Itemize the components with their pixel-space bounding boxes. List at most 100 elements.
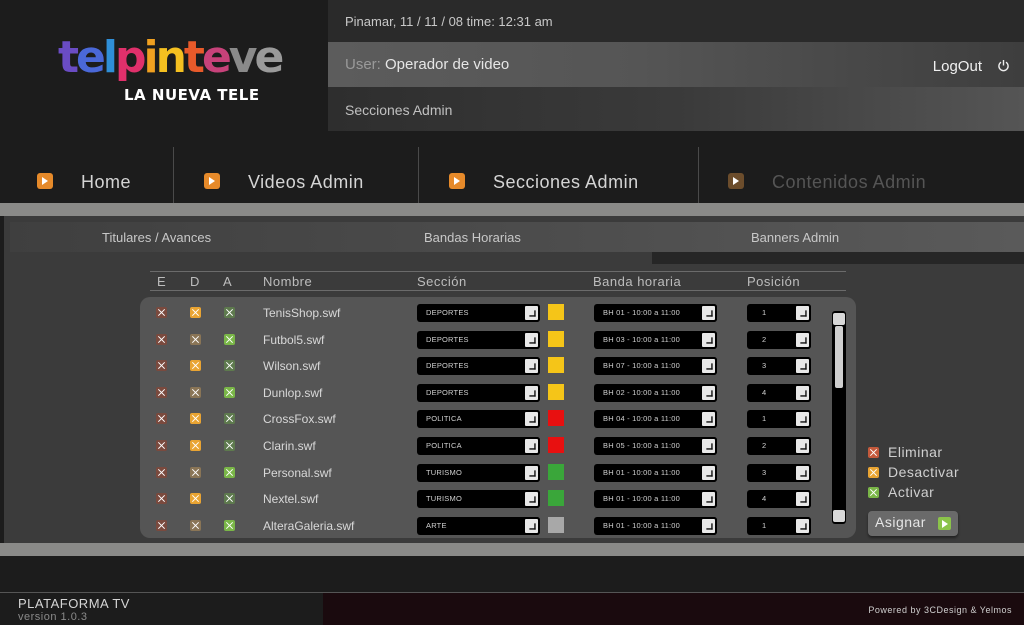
- banda-select[interactable]: BH 01 - 10:00 a 11:00: [594, 304, 717, 322]
- seccion-select[interactable]: DEPORTES: [417, 357, 540, 376]
- scroll-thumb[interactable]: [835, 326, 843, 388]
- dropdown-icon[interactable]: [794, 437, 811, 455]
- dropdown-icon[interactable]: [523, 304, 540, 322]
- dropdown-icon[interactable]: [700, 330, 717, 349]
- posicion-select[interactable]: 2: [747, 437, 811, 455]
- dropdown-icon[interactable]: [700, 463, 717, 482]
- scroll-up-icon[interactable]: [833, 313, 845, 325]
- banda-select[interactable]: BH 07 - 10:00 a 11:00: [594, 357, 717, 376]
- activate-icon[interactable]: [224, 493, 235, 505]
- banda-select[interactable]: BH 01 - 10:00 a 11:00: [594, 463, 717, 482]
- seccion-select[interactable]: DEPORTES: [417, 304, 540, 322]
- dropdown-icon[interactable]: [700, 490, 717, 509]
- deactivate-icon[interactable]: [190, 360, 201, 372]
- dropdown-icon[interactable]: [700, 410, 717, 429]
- delete-icon[interactable]: [156, 413, 167, 425]
- seccion-select[interactable]: TURISMO: [417, 490, 540, 509]
- deactivate-icon[interactable]: [190, 493, 201, 505]
- delete-icon[interactable]: [156, 360, 167, 372]
- dropdown-icon[interactable]: [700, 516, 717, 535]
- deactivate-icon[interactable]: [190, 333, 201, 345]
- banda-select[interactable]: BH 04 - 10:00 a 11:00: [594, 410, 717, 429]
- seccion-select[interactable]: TURISMO: [417, 463, 540, 482]
- banda-select[interactable]: BH 03 - 10:00 a 11:00: [594, 330, 717, 349]
- nav-home[interactable]: Home: [37, 147, 131, 203]
- deactivate-icon[interactable]: [190, 519, 201, 531]
- posicion-select[interactable]: 1: [747, 410, 811, 429]
- file-name: AlteraGaleria.swf: [263, 518, 355, 533]
- dropdown-icon[interactable]: [794, 516, 811, 535]
- seccion-select[interactable]: POLITICA: [417, 410, 540, 429]
- table-scrollbar[interactable]: [832, 311, 846, 524]
- dropdown-icon[interactable]: [794, 410, 811, 429]
- logout-link[interactable]: LogOut: [933, 58, 982, 75]
- nav-secciones-admin[interactable]: Secciones Admin: [449, 147, 639, 203]
- seccion-select[interactable]: POLITICA: [417, 437, 540, 455]
- banda-select[interactable]: BH 02 - 10:00 a 11:00: [594, 383, 717, 402]
- dropdown-icon[interactable]: [794, 304, 811, 322]
- dropdown-icon[interactable]: [523, 516, 540, 535]
- subtabs-bar: Titulares / Avances Bandas Horarias Bann…: [10, 222, 1024, 252]
- delete-icon[interactable]: [156, 493, 167, 505]
- scroll-down-icon[interactable]: [833, 510, 845, 522]
- posicion-select[interactable]: 3: [747, 357, 811, 376]
- seccion-select[interactable]: DEPORTES: [417, 330, 540, 349]
- activate-icon[interactable]: [224, 386, 235, 398]
- posicion-select[interactable]: 3: [747, 463, 811, 482]
- dropdown-icon[interactable]: [794, 490, 811, 509]
- activate-icon[interactable]: [224, 307, 235, 318]
- posicion-select[interactable]: 1: [747, 516, 811, 535]
- delete-icon[interactable]: [156, 307, 167, 318]
- banda-select[interactable]: BH 01 - 10:00 a 11:00: [594, 490, 717, 509]
- banda-select[interactable]: BH 01 - 10:00 a 11:00: [594, 516, 717, 535]
- deactivate-icon[interactable]: [190, 386, 201, 398]
- posicion-select[interactable]: 4: [747, 383, 811, 402]
- banda-select[interactable]: BH 05 - 10:00 a 11:00: [594, 437, 717, 455]
- nav-videos-admin[interactable]: Videos Admin: [204, 147, 364, 203]
- delete-icon[interactable]: [156, 466, 167, 478]
- subtab-bandas-horarias[interactable]: Bandas Horarias: [424, 230, 521, 245]
- dropdown-icon[interactable]: [523, 383, 540, 402]
- power-icon[interactable]: [997, 59, 1010, 72]
- subtab-banners-admin[interactable]: Banners Admin: [751, 230, 839, 245]
- posicion-select[interactable]: 4: [747, 490, 811, 509]
- assign-button[interactable]: Asignar: [868, 511, 958, 536]
- activate-icon[interactable]: [224, 360, 235, 372]
- activate-icon[interactable]: [224, 333, 235, 345]
- activate-icon[interactable]: [224, 413, 235, 425]
- deactivate-icon[interactable]: [190, 413, 201, 425]
- activate-icon[interactable]: [224, 466, 235, 478]
- table-row: Futbol5.swf DEPORTES BH 03 - 10:00 a 11:00…: [140, 327, 830, 353]
- delete-icon[interactable]: [156, 440, 167, 451]
- activate-icon[interactable]: [224, 519, 235, 531]
- deactivate-icon[interactable]: [190, 440, 201, 451]
- dropdown-icon[interactable]: [700, 383, 717, 402]
- activate-icon[interactable]: [224, 440, 235, 451]
- seccion-value: DEPORTES: [426, 361, 469, 371]
- dropdown-icon[interactable]: [523, 330, 540, 349]
- table-row: Dunlop.swf DEPORTES BH 02 - 10:00 a 11:00 4: [140, 380, 830, 406]
- dropdown-icon[interactable]: [794, 463, 811, 482]
- dropdown-icon[interactable]: [523, 490, 540, 509]
- dropdown-icon[interactable]: [523, 437, 540, 455]
- dropdown-icon[interactable]: [794, 383, 811, 402]
- posicion-select[interactable]: 1: [747, 304, 811, 322]
- dropdown-icon[interactable]: [794, 357, 811, 376]
- subtab-titulares[interactable]: Titulares / Avances: [102, 230, 211, 245]
- seccion-select[interactable]: DEPORTES: [417, 383, 540, 402]
- delete-icon[interactable]: [156, 386, 167, 398]
- posicion-select[interactable]: 2: [747, 330, 811, 349]
- nav-contenidos-admin[interactable]: Contenidos Admin: [728, 147, 926, 203]
- dropdown-icon[interactable]: [794, 330, 811, 349]
- delete-icon[interactable]: [156, 333, 167, 345]
- deactivate-icon[interactable]: [190, 466, 201, 478]
- dropdown-icon[interactable]: [700, 437, 717, 455]
- dropdown-icon[interactable]: [700, 304, 717, 322]
- seccion-select[interactable]: ARTE: [417, 516, 540, 535]
- dropdown-icon[interactable]: [523, 357, 540, 376]
- deactivate-icon[interactable]: [190, 307, 201, 318]
- dropdown-icon[interactable]: [523, 463, 540, 482]
- dropdown-icon[interactable]: [523, 410, 540, 429]
- delete-icon[interactable]: [156, 519, 167, 531]
- dropdown-icon[interactable]: [700, 357, 717, 376]
